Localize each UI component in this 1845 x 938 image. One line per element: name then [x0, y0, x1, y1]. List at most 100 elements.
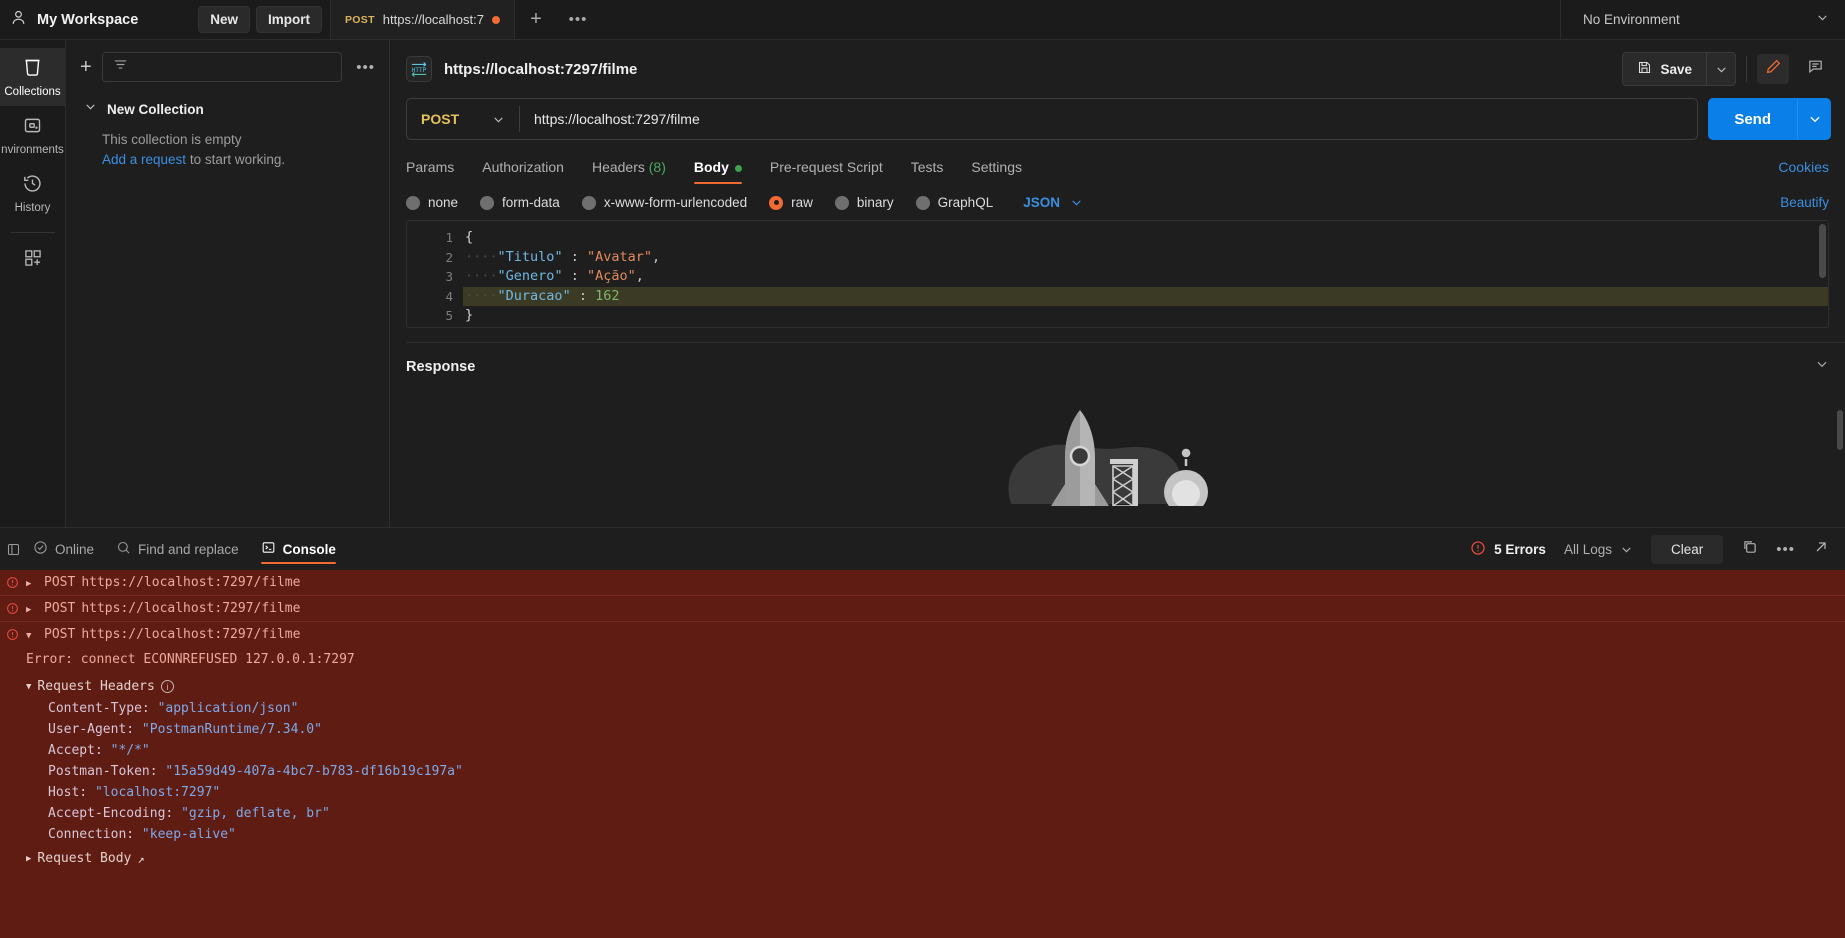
beautify-button[interactable]: Beautify	[1780, 195, 1829, 210]
console-log-entry[interactable]: ▶ POST https://localhost:7297/filme	[0, 596, 1845, 622]
editor-code[interactable]: { ····"Titulo" : "Avatar", ····"Genero" …	[463, 221, 1828, 327]
error-icon	[4, 575, 20, 589]
workspace-area[interactable]: My Workspace New Import	[0, 0, 330, 39]
radio-icon	[915, 195, 930, 210]
console-sidebar-toggle[interactable]	[6, 528, 21, 570]
method-label: POST	[421, 111, 460, 127]
editor-scrollbar[interactable]	[1819, 224, 1826, 278]
tab-body[interactable]: Body	[693, 154, 742, 184]
collection-empty-cta: Add a request to start working.	[102, 152, 389, 167]
sidebar-item-history[interactable]: History	[0, 164, 66, 222]
sidebar-item-environments[interactable]: nvironments	[0, 106, 66, 164]
import-button[interactable]: Import	[256, 6, 322, 33]
logs-filter-dropdown[interactable]: All Logs	[1564, 542, 1633, 557]
header-value: "application/json"	[157, 701, 299, 716]
body-mode-urlencoded[interactable]: x-www-form-urlencoded	[581, 195, 747, 210]
header-key: Host:	[48, 785, 88, 800]
tab-pre-request-script[interactable]: Pre-request Script	[770, 154, 883, 184]
body-mode-none[interactable]: none	[406, 195, 458, 210]
body-mode-raw[interactable]: raw	[769, 195, 813, 210]
body-mode-graphql[interactable]: GraphQL	[915, 195, 993, 210]
save-disk-icon	[1637, 60, 1652, 78]
body-mode-form-data[interactable]: form-data	[480, 195, 560, 210]
collection-row[interactable]: New Collection	[66, 92, 389, 124]
request-headers-label: Request Headers	[37, 679, 155, 694]
console-more-icon[interactable]: •••	[1776, 541, 1795, 558]
online-status[interactable]: Online	[33, 528, 94, 570]
console-log-entry-url: https://localhost:7297/filme	[81, 627, 301, 642]
chevron-down-icon[interactable]	[84, 100, 97, 118]
header-value: "keep-alive"	[141, 827, 236, 842]
filter-icon	[112, 56, 129, 78]
add-request-link[interactable]: Add a request	[102, 152, 186, 167]
console-tab[interactable]: Console	[260, 528, 337, 570]
indent-dots: ····	[465, 287, 498, 304]
url-input[interactable]: https://localhost:7297/filme	[520, 99, 1697, 139]
clear-console-button[interactable]: Clear	[1650, 534, 1724, 564]
body-mode-binary[interactable]: binary	[834, 195, 894, 210]
code-line: {	[463, 228, 1828, 248]
save-dropdown-button[interactable]	[1706, 52, 1736, 86]
method-selector[interactable]: POST	[407, 99, 519, 139]
json-open-brace: {	[465, 229, 474, 245]
chevron-down-icon	[1622, 546, 1631, 553]
new-tab-button[interactable]: +	[515, 0, 557, 39]
pane-scrollbar[interactable]	[1837, 410, 1843, 450]
sidebar-more-icon[interactable]: •••	[352, 59, 379, 76]
new-button[interactable]: New	[198, 6, 250, 33]
send-button[interactable]: Send	[1708, 98, 1797, 140]
environment-selector[interactable]: No Environment	[1560, 0, 1845, 39]
new-item-button[interactable]: +	[80, 57, 92, 77]
request-body-section[interactable]: ▶ Request Body ↗	[0, 845, 1845, 870]
find-and-replace[interactable]: Find and replace	[116, 528, 239, 570]
request-header: HTTP https://localhost:7297/filme Save	[390, 40, 1845, 94]
header-key: Accept-Encoding:	[48, 806, 174, 821]
tab-params-label: Params	[406, 159, 455, 175]
sidebar-item-collections[interactable]: Collections	[0, 48, 66, 106]
chevron-down-icon[interactable]: ▼	[26, 682, 31, 692]
open-external-icon[interactable]	[1813, 539, 1829, 560]
chevron-right-icon[interactable]: ▶	[26, 601, 38, 615]
info-icon[interactable]: i	[160, 680, 174, 693]
apps-add-button[interactable]	[0, 239, 66, 281]
collection-empty-state: This collection is empty Add a request t…	[66, 124, 389, 167]
error-count-badge[interactable]: 5 Errors	[1470, 540, 1546, 559]
chevron-right-icon[interactable]: ▶	[26, 854, 31, 864]
copy-icon[interactable]	[1741, 538, 1758, 560]
tab-headers[interactable]: Headers (8)	[592, 154, 666, 184]
raw-format-selector[interactable]: JSON	[1023, 195, 1083, 210]
edit-mode-button[interactable]	[1757, 54, 1789, 84]
comments-button[interactable]	[1799, 54, 1831, 84]
console-tab-label: Console	[282, 541, 336, 557]
error-icon	[4, 601, 20, 615]
open-external-icon[interactable]: ↗	[137, 852, 144, 866]
tab-tests-label: Tests	[910, 159, 944, 175]
console-log-entry-expanded[interactable]: ▼ POST https://localhost:7297/filme	[0, 622, 1845, 647]
body-editor[interactable]: 1 2 3 4 5 { ····"Titulo" : "Avatar", ···…	[406, 220, 1829, 328]
cookies-link[interactable]: Cookies	[1778, 159, 1829, 184]
tab-options-icon[interactable]: •••	[557, 0, 599, 39]
request-headers-section[interactable]: ▼ Request Headers i	[0, 673, 1845, 698]
filter-input[interactable]	[101, 52, 343, 82]
tab-params[interactable]: Params	[406, 154, 454, 184]
tab-settings[interactable]: Settings	[971, 154, 1022, 184]
url-box: POST https://localhost:7297/filme	[406, 98, 1699, 140]
body-mode-none-label: none	[428, 195, 459, 210]
response-collapse-button[interactable]	[1815, 357, 1829, 376]
response-header: Response	[390, 343, 1845, 376]
console-log-list[interactable]: ▶ POST https://localhost:7297/filme ▶ PO…	[0, 570, 1845, 938]
send-dropdown-button[interactable]	[1797, 98, 1831, 140]
save-button[interactable]: Save	[1622, 52, 1706, 86]
chevron-right-icon[interactable]: ▶	[26, 575, 38, 589]
tab-tests[interactable]: Tests	[911, 154, 944, 184]
body-row: Collections nvironments History + ••• Ne…	[0, 40, 1845, 527]
comma: ,	[652, 248, 661, 265]
chevron-down-icon[interactable]: ▼	[26, 627, 38, 641]
json-value-genero: Ação	[595, 268, 628, 284]
line-number: 1	[445, 230, 453, 245]
json-key-titulo: "	[497, 248, 506, 265]
tab-authorization[interactable]: Authorization	[482, 154, 564, 184]
sidebar-item-collections-label: Collections	[4, 86, 61, 98]
request-tab[interactable]: POST https://localhost:7297	[330, 0, 515, 39]
console-log-entry[interactable]: ▶ POST https://localhost:7297/filme	[0, 570, 1845, 596]
